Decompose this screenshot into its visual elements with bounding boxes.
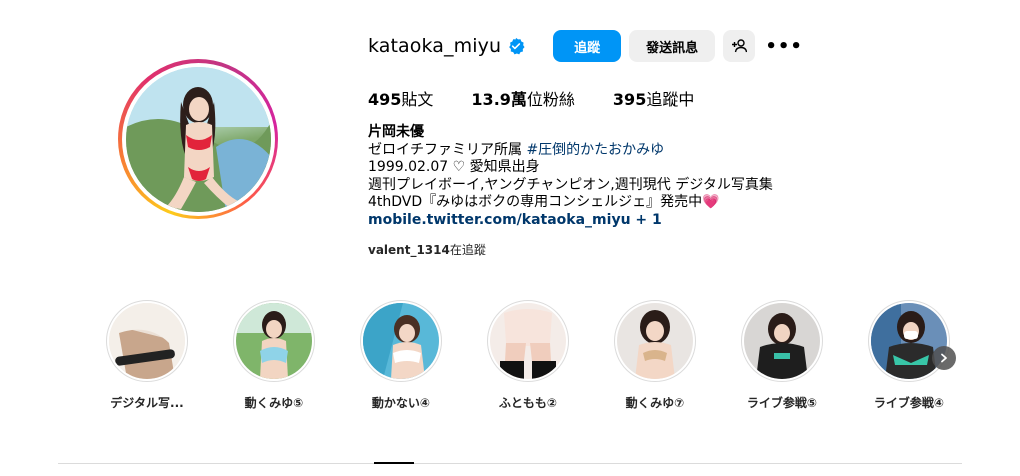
bio-line-4: 4thDVD『みゆはボクの専用コンシェルジェ』発売中💗	[368, 194, 720, 210]
message-button[interactable]: 發送訊息	[629, 30, 716, 62]
highlight-thumbnail	[363, 303, 439, 379]
suggested-users-button[interactable]	[723, 30, 756, 62]
highlight-item[interactable]: ふともも②	[473, 300, 583, 411]
display-name: 片岡未優	[368, 124, 424, 140]
avatar-ring-inner	[121, 62, 275, 216]
highlight-cover-image	[617, 303, 693, 379]
active-tab-indicator	[374, 462, 414, 464]
posts-number: 495	[368, 90, 402, 109]
bio-hashtag-link[interactable]: #圧倒的かたおかみゆ	[526, 142, 664, 158]
verified-badge-icon	[509, 37, 525, 55]
more-options-icon: •••	[765, 35, 803, 57]
highlight-cover-image	[871, 303, 947, 379]
highlight-thumbnail	[109, 303, 185, 379]
username: kataoka_miyu	[368, 35, 502, 57]
highlight-ring	[614, 300, 696, 382]
highlight-item[interactable]: 動くみゆ⑤	[219, 300, 329, 411]
highlight-item[interactable]: デジタル写...	[92, 300, 202, 411]
posts-label: 貼文	[401, 90, 434, 109]
highlight-label: ふともも②	[498, 396, 558, 410]
highlight-label: デジタル写...	[110, 396, 184, 410]
profile-header-row: kataoka_miyu 追蹤 發送訊息 •••	[368, 30, 802, 62]
followers-number: 13.9萬	[471, 90, 527, 109]
highlight-thumbnail	[744, 303, 820, 379]
highlight-ring	[868, 300, 950, 382]
highlight-ring	[360, 300, 442, 382]
highlight-item[interactable]: 動くみゆ⑦	[600, 300, 710, 411]
profile-bio: 片岡未優 ゼロイチファミリア所属 #圧倒的かたおかみゆ 1999.02.07 ♡…	[368, 124, 773, 229]
avatar-photo	[125, 66, 271, 212]
story-highlights: デジタル写... 動くみゆ⑤ 動かない④ ふともも② 動くみゆ⑦ ライブ参戦⑤ …	[92, 300, 972, 420]
more-options-button[interactable]: •••	[765, 30, 802, 62]
followers-label: 位粉絲	[526, 90, 575, 109]
highlight-thumbnail	[871, 303, 947, 379]
highlight-label: ライブ参戦⑤	[746, 396, 818, 410]
highlight-thumbnail	[490, 303, 566, 379]
highlight-cover-image	[490, 303, 566, 379]
highlight-cover-image	[236, 303, 312, 379]
followed-by[interactable]: valent_1314在追蹤	[368, 241, 486, 258]
highlight-ring	[741, 300, 823, 382]
posts-count: 495貼文	[368, 86, 433, 110]
following-number: 395	[612, 90, 647, 109]
highlight-label: 動くみゆ⑤	[244, 396, 304, 410]
highlight-ring	[106, 300, 188, 382]
bio-external-link[interactable]: mobile.twitter.com/kataoka_miyu + 1	[368, 212, 773, 230]
highlight-cover-image	[744, 303, 820, 379]
highlight-label: 動くみゆ⑦	[625, 396, 685, 410]
highlight-cover-image	[109, 303, 185, 379]
profile-stats: 495貼文 13.9萬位粉絲 395追蹤中	[368, 86, 732, 110]
highlight-label: 動かない④	[371, 396, 431, 410]
bio-agency: ゼロイチファミリア所属	[368, 141, 527, 158]
profile-avatar-ring[interactable]	[118, 59, 278, 219]
add-user-icon	[732, 39, 748, 53]
tabs-divider	[58, 463, 962, 464]
highlight-item[interactable]: ライブ参戦⑤	[727, 300, 837, 411]
chevron-right-icon	[941, 353, 947, 363]
following-count[interactable]: 395追蹤中	[613, 86, 694, 110]
highlight-thumbnail	[236, 303, 312, 379]
following-label: 追蹤中	[646, 90, 695, 109]
followed-by-suffix: 在追蹤	[449, 243, 486, 257]
highlight-item[interactable]: 動かない④	[346, 300, 456, 411]
followers-count[interactable]: 13.9萬位粉絲	[471, 86, 575, 110]
bio-line-1: ゼロイチファミリア所属 #圧倒的かたおかみゆ	[368, 142, 773, 160]
highlight-cover-image	[363, 303, 439, 379]
profile-avatar[interactable]	[125, 66, 271, 212]
bio-line-3: 週刊プレイボーイ,ヤングチャンピオン,週刊現代 デジタル写真集	[368, 176, 773, 193]
bio-line-2: 1999.02.07 ♡ 愛知県出身	[368, 159, 540, 175]
highlight-thumbnail	[617, 303, 693, 379]
follow-button[interactable]: 追蹤	[553, 30, 622, 62]
highlight-ring	[233, 300, 315, 382]
followed-by-user: valent_1314	[368, 243, 450, 257]
highlights-next-button[interactable]	[932, 346, 956, 370]
highlight-label: ライブ参戦④	[873, 396, 945, 410]
highlight-ring	[487, 300, 569, 382]
